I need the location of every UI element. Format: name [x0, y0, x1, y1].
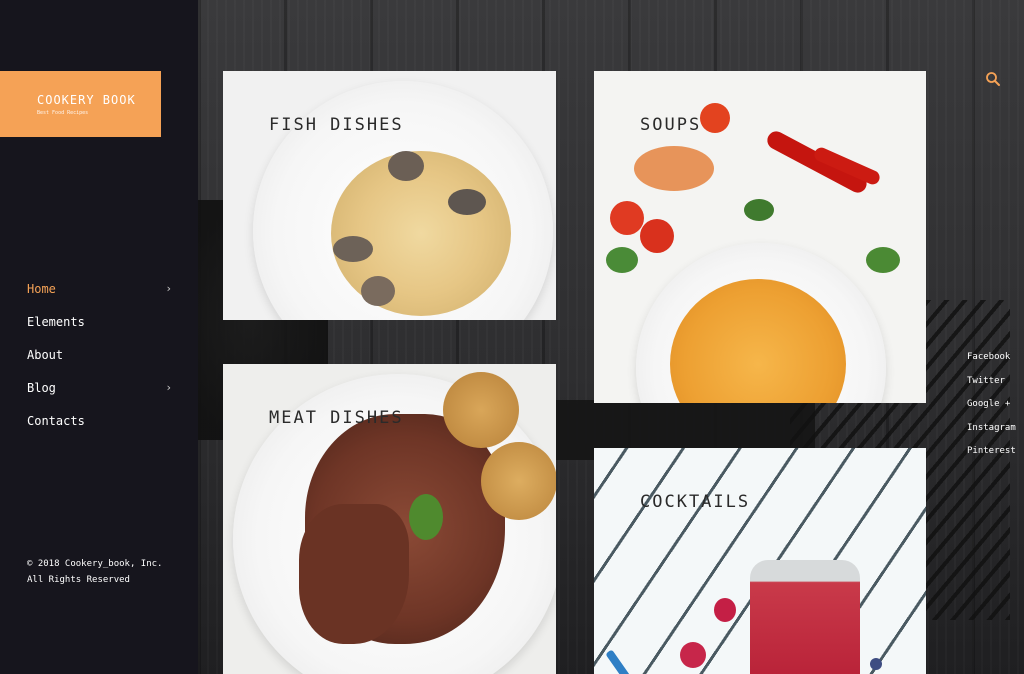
- chevron-right-icon: ›: [165, 381, 172, 394]
- herb-image: [409, 494, 443, 540]
- raspberry-image: [680, 642, 706, 668]
- main-nav: Home › Elements About Blog › Contacts: [27, 272, 172, 437]
- clam-image: [361, 276, 395, 306]
- nav-item-label: Home: [27, 281, 56, 296]
- social-link-instagram[interactable]: Instagram: [967, 423, 1017, 447]
- leaf-image: [744, 199, 774, 221]
- tile-meat-dishes[interactable]: MEAT DISHES: [223, 364, 556, 674]
- leaf-image: [606, 247, 638, 273]
- jar-image: [750, 560, 860, 674]
- copyright: © 2018 Cookery_book, Inc. All Rights Res…: [27, 559, 163, 585]
- leaf-image: [866, 247, 900, 273]
- social-link-facebook[interactable]: Facebook: [967, 352, 1017, 376]
- social-links: Facebook Twitter Google + Instagram Pint…: [967, 352, 1017, 470]
- tile-title: SOUPS: [640, 115, 702, 135]
- tomato-image: [700, 103, 730, 133]
- nav-item-label: About: [27, 347, 64, 362]
- pasta-image: [331, 151, 511, 316]
- nav-item-label: Contacts: [27, 413, 85, 428]
- social-link-twitter[interactable]: Twitter: [967, 376, 1017, 400]
- sidebar: COOKERY BOOK Best Food Recipes Home › El…: [0, 0, 198, 674]
- logo-title: COOKERY BOOK: [37, 93, 136, 107]
- nav-item-label: Blog: [27, 380, 56, 395]
- tile-fish-dishes[interactable]: FISH DISHES: [223, 71, 556, 320]
- shrimp-image: [634, 146, 714, 191]
- tile-soups[interactable]: SOUPS: [594, 71, 926, 403]
- social-link-pinterest[interactable]: Pinterest: [967, 446, 1017, 470]
- tile-title: COCKTAILS: [640, 492, 751, 512]
- potato-image: [481, 442, 556, 520]
- nav-item-home[interactable]: Home ›: [27, 272, 172, 305]
- clam-image: [448, 189, 486, 215]
- steak-image: [299, 504, 409, 644]
- logo[interactable]: COOKERY BOOK Best Food Recipes: [0, 71, 161, 137]
- nav-item-about[interactable]: About: [27, 338, 172, 371]
- nav-item-label: Elements: [27, 314, 85, 329]
- search-icon[interactable]: [985, 71, 1001, 87]
- social-link-google-plus[interactable]: Google +: [967, 399, 1017, 423]
- tile-title: FISH DISHES: [269, 115, 404, 135]
- raspberry-image: [714, 598, 736, 622]
- clam-image: [388, 151, 424, 181]
- tomato-image: [610, 201, 644, 235]
- tomato-image: [640, 219, 674, 253]
- chevron-right-icon: ›: [165, 282, 172, 295]
- nav-item-contacts[interactable]: Contacts: [27, 404, 172, 437]
- tile-cocktails[interactable]: COCKTAILS: [594, 448, 926, 674]
- nav-item-blog[interactable]: Blog ›: [27, 371, 172, 404]
- clam-image: [333, 236, 373, 262]
- nav-item-elements[interactable]: Elements: [27, 305, 172, 338]
- tile-title: MEAT DISHES: [269, 408, 404, 428]
- logo-tagline: Best Food Recipes: [37, 110, 89, 116]
- blueberry-image: [870, 658, 882, 670]
- potato-image: [443, 372, 519, 448]
